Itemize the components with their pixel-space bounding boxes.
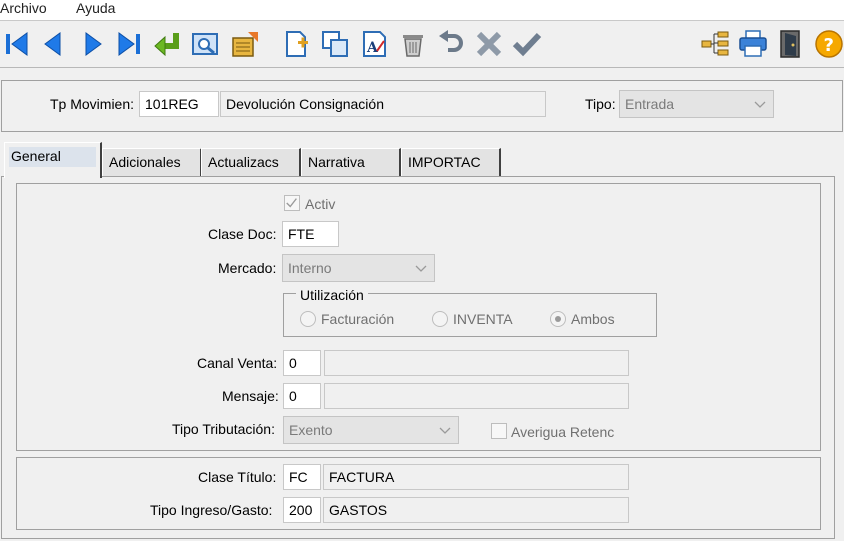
- undo-icon[interactable]: [436, 29, 466, 59]
- tab-actualizacs[interactable]: Actualizacs: [201, 148, 301, 176]
- menu-ayuda[interactable]: Ayuda: [76, 0, 115, 16]
- canal-venta-code-field[interactable]: 0: [283, 350, 321, 376]
- preview-icon[interactable]: [190, 29, 220, 59]
- tab-adicionales-label: Adicionales: [109, 154, 181, 170]
- tipo-ingreso-label: Tipo Ingreso/Gasto:: [150, 502, 273, 518]
- menu-archivo[interactable]: Archivo: [0, 0, 47, 16]
- radio-facturacion[interactable]: [300, 311, 316, 327]
- export-icon[interactable]: [230, 29, 260, 59]
- checkmark-icon: [286, 198, 297, 208]
- radio-inventa[interactable]: [432, 311, 448, 327]
- next-record-icon[interactable]: [78, 29, 108, 59]
- tp-movimiento-code-field[interactable]: 101REG: [139, 91, 219, 117]
- mensaje-label: Mensaje:: [222, 388, 279, 404]
- spellcheck-icon[interactable]: A: [360, 29, 390, 59]
- tp-movimiento-label: Tp Movimien:: [50, 96, 135, 112]
- clase-titulo-code-field[interactable]: FC: [283, 464, 321, 490]
- tab-narrativa[interactable]: Narrativa: [301, 148, 401, 176]
- tp-movimiento-desc-field: Devolución Consignación: [220, 91, 546, 117]
- new-document-icon[interactable]: [282, 29, 312, 59]
- tipo-select-value: Entrada: [625, 96, 675, 112]
- tab-importac-label: IMPORTAC: [408, 154, 481, 170]
- radio-ambos-label: Ambos: [571, 311, 615, 327]
- tipo-label: Tipo:: [585, 96, 616, 112]
- first-record-icon[interactable]: [2, 29, 32, 59]
- chevron-down-icon: [415, 265, 427, 272]
- tab-adicionales[interactable]: Adicionales: [102, 148, 202, 176]
- print-icon[interactable]: [738, 29, 768, 59]
- radio-inventa-label: INVENTA: [453, 311, 513, 327]
- tab-actualizacs-label: Actualizacs: [208, 154, 279, 170]
- mercado-label: Mercado:: [218, 260, 277, 276]
- cancel-icon[interactable]: [474, 29, 504, 59]
- tipo-tributacion-select-value: Exento: [289, 422, 333, 438]
- radio-facturacion-label: Facturación: [321, 311, 395, 327]
- tipo-ingreso-desc-field: GASTOS: [323, 497, 629, 523]
- tab-narrativa-label: Narrativa: [308, 154, 365, 170]
- mercado-select[interactable]: Interno: [282, 254, 435, 282]
- activ-checkbox[interactable]: [284, 195, 300, 211]
- tipo-ingreso-code-field[interactable]: 200: [283, 497, 321, 523]
- radio-ambos-dot: [555, 316, 561, 322]
- utilizacion-title: Utilización: [296, 287, 368, 303]
- tipo-select[interactable]: Entrada: [619, 90, 774, 118]
- toolbar: A ?: [0, 20, 844, 68]
- svg-text:?: ?: [824, 35, 834, 56]
- chevron-down-icon: [754, 101, 766, 108]
- clase-titulo-desc-field: FACTURA: [323, 464, 629, 490]
- exit-door-icon[interactable]: [776, 29, 806, 59]
- canal-venta-desc-field: [324, 350, 629, 376]
- confirm-icon[interactable]: [512, 29, 542, 59]
- averigua-retenc-label: Averigua Retenc: [511, 424, 615, 440]
- clase-doc-label: Clase Doc:: [208, 226, 277, 242]
- activ-label: Activ: [305, 196, 336, 212]
- radio-ambos[interactable]: [550, 311, 566, 327]
- copy-icon[interactable]: [320, 29, 350, 59]
- help-icon[interactable]: ?: [814, 29, 844, 59]
- canal-venta-label: Canal Venta:: [197, 355, 278, 371]
- mensaje-desc-field: [324, 383, 629, 409]
- mensaje-code-field[interactable]: 0: [283, 383, 321, 409]
- prev-record-icon[interactable]: [38, 29, 68, 59]
- tree-icon[interactable]: [700, 29, 730, 59]
- enter-icon[interactable]: [152, 29, 182, 59]
- chevron-down-icon: [439, 427, 451, 434]
- trash-icon[interactable]: [398, 29, 428, 59]
- tab-general-label: General: [11, 148, 61, 164]
- mercado-select-value: Interno: [288, 260, 332, 276]
- tipo-tributacion-select[interactable]: Exento: [283, 416, 459, 444]
- svg-text:A: A: [366, 40, 379, 56]
- tipo-tributacion-label: Tipo Tributación:: [172, 421, 275, 437]
- tab-general[interactable]: General: [4, 142, 102, 178]
- clase-titulo-label: Clase Título:: [198, 469, 277, 485]
- clase-doc-field[interactable]: FTE: [282, 221, 339, 247]
- averigua-retenc-checkbox[interactable]: [491, 423, 507, 439]
- menu-bar: Archivo Ayuda: [0, 0, 844, 20]
- last-record-icon[interactable]: [114, 29, 144, 59]
- tab-importac[interactable]: IMPORTAC: [401, 148, 501, 176]
